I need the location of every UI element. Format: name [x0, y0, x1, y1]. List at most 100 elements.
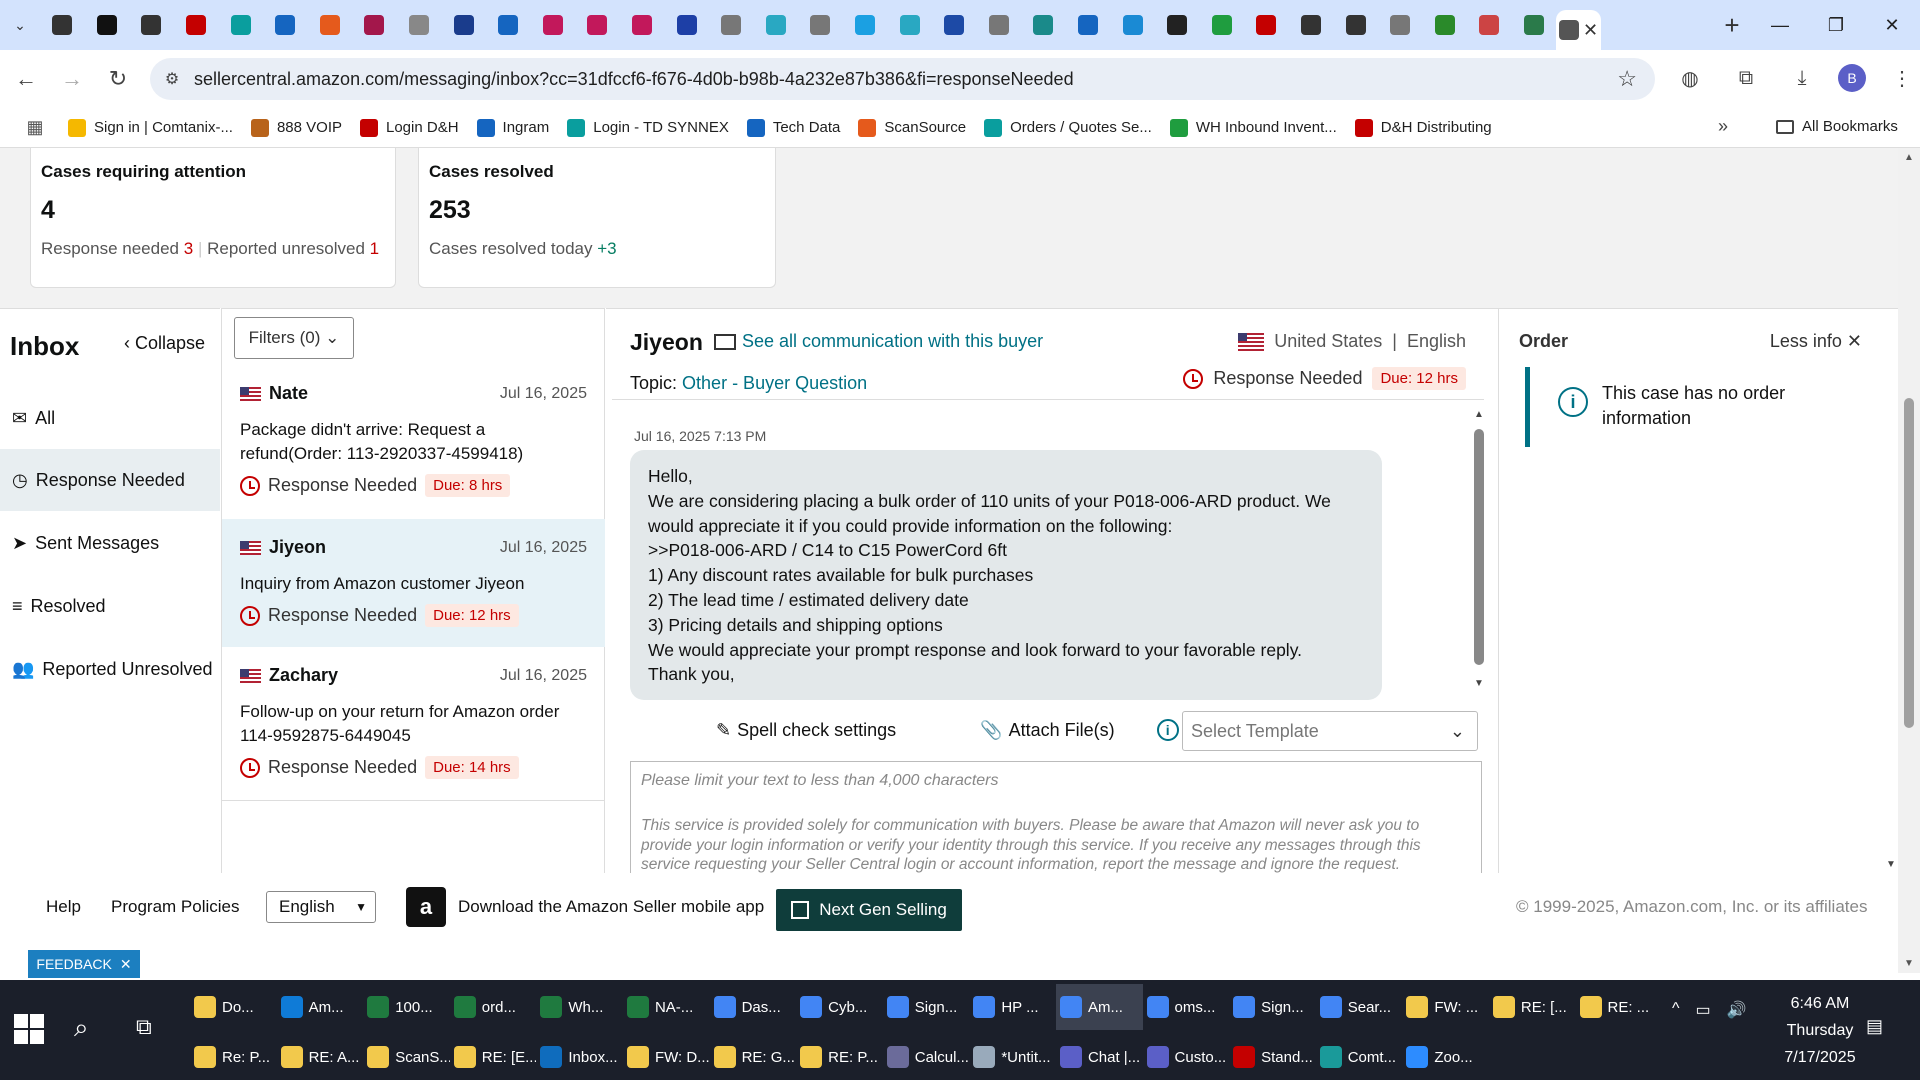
browser-tab[interactable]	[308, 8, 353, 42]
scroll-up-icon[interactable]: ▲	[1904, 152, 1914, 163]
taskbar-item[interactable]: Wh...	[536, 984, 623, 1030]
taskbar-item[interactable]: HP ...	[969, 984, 1056, 1030]
translate-icon[interactable]: ◍	[1670, 58, 1710, 98]
download-app-link[interactable]: a Download the Amazon Seller mobile app	[406, 887, 764, 927]
bookmark-item[interactable]: ScanSource	[858, 118, 966, 137]
less-info-button[interactable]: Less info ✕	[1770, 331, 1862, 352]
site-info-icon[interactable]: ⚙	[158, 65, 186, 93]
taskbar-item[interactable]: Am...	[1055, 984, 1143, 1030]
page-scrollbar[interactable]: ▲ ▼	[1898, 148, 1920, 973]
attach-files-button[interactable]: 📎 Attach File(s)	[980, 720, 1114, 741]
taskbar-item[interactable]: Inbox...	[536, 1034, 623, 1080]
taskbar-item[interactable]: Custo...	[1143, 1034, 1230, 1080]
windows-start-icon[interactable]	[14, 1014, 44, 1044]
taskbar-item[interactable]: RE: ...	[1576, 984, 1663, 1030]
info-icon[interactable]: i	[1156, 719, 1179, 741]
close-window-icon[interactable]: ✕	[1864, 0, 1920, 50]
taskbar-item[interactable]: 100...	[363, 984, 450, 1030]
taskbar-item[interactable]: Chat |...	[1056, 1034, 1143, 1080]
scroll-down-icon[interactable]: ▼	[1886, 859, 1896, 870]
conversation-item-selected[interactable]: Jiyeon Jul 16, 2025 Inquiry from Amazon c…	[222, 519, 605, 647]
taskbar-item[interactable]: Sign...	[1229, 984, 1316, 1030]
back-icon[interactable]: ←	[6, 59, 46, 99]
taskbar-item[interactable]: ScanS...	[363, 1034, 450, 1080]
browser-tab[interactable]	[1244, 8, 1289, 42]
address-bar[interactable]: ⚙ sellercentral.amazon.com/messaging/inb…	[150, 58, 1655, 100]
taskbar-item[interactable]: NA-...	[623, 984, 710, 1030]
url-text[interactable]: sellercentral.amazon.com/messaging/inbox…	[194, 69, 1074, 90]
reply-textarea[interactable]: Please limit your text to less than 4,00…	[630, 761, 1482, 874]
browser-tab[interactable]	[1512, 8, 1557, 42]
select-template-dropdown[interactable]: Select Template ⌄	[1182, 711, 1478, 751]
all-bookmarks[interactable]: All Bookmarks	[1776, 118, 1898, 135]
battery-icon[interactable]: ▭	[1696, 1000, 1711, 1020]
bookmark-item[interactable]: Sign in | Comtanix-...	[68, 118, 233, 137]
system-clock[interactable]: 6:46 AM Thursday 7/17/2025	[1770, 990, 1870, 1071]
profile-avatar[interactable]: B	[1838, 64, 1866, 92]
download-icon[interactable]: ⤓	[1782, 58, 1822, 98]
browser-tab[interactable]	[664, 8, 709, 42]
taskbar-item[interactable]: Calcul...	[883, 1034, 970, 1080]
reload-icon[interactable]: ↻	[98, 59, 138, 99]
browser-tab[interactable]	[1378, 8, 1423, 42]
browser-tab[interactable]	[976, 8, 1021, 42]
menu-icon[interactable]: ⋮	[1882, 58, 1920, 98]
conversation-item[interactable]: Zachary Jul 16, 2025 Follow-up on your re…	[222, 647, 605, 801]
see-all-communication-link[interactable]: See all communication with this buyer	[714, 331, 1043, 352]
bookmark-item[interactable]: Orders / Quotes Se...	[984, 118, 1152, 137]
scroll-down-icon[interactable]: ▼	[1904, 958, 1914, 969]
browser-tab[interactable]	[352, 8, 397, 42]
browser-tab[interactable]	[1155, 8, 1200, 42]
browser-tab[interactable]	[798, 8, 843, 42]
taskbar-item[interactable]: Sign...	[883, 984, 970, 1030]
browser-tab[interactable]	[932, 8, 977, 42]
close-icon[interactable]: ✕	[120, 956, 132, 973]
browser-tab[interactable]	[620, 8, 665, 42]
browser-tab[interactable]	[40, 8, 85, 42]
browser-tab[interactable]	[397, 8, 442, 42]
browser-tab[interactable]	[1289, 8, 1334, 42]
spell-check-settings-button[interactable]: ✎ Spell check settings	[716, 720, 896, 741]
taskbar-item[interactable]: RE: G...	[710, 1034, 797, 1080]
taskbar-item[interactable]: Stand...	[1229, 1034, 1316, 1080]
reported-unresolved-label[interactable]: Reported unresolved	[207, 239, 365, 258]
taskbar-item[interactable]: FW: ...	[1402, 984, 1489, 1030]
browser-tab[interactable]	[85, 8, 130, 42]
browser-tab[interactable]	[1422, 8, 1467, 42]
browser-tab[interactable]	[174, 8, 219, 42]
browser-tab[interactable]	[531, 8, 576, 42]
new-tab-button[interactable]: +	[1712, 5, 1752, 45]
language-select[interactable]: English ▼	[266, 891, 376, 923]
taskbar-item[interactable]: Cyb...	[796, 984, 883, 1030]
bookmark-item[interactable]: Login - TD SYNNEX	[567, 118, 729, 137]
scroll-down-icon[interactable]: ▼	[1474, 678, 1484, 689]
browser-tab[interactable]	[887, 8, 932, 42]
thread-scrollbar[interactable]: ▲ ▼	[1474, 409, 1484, 689]
taskbar-item[interactable]: RE: P...	[796, 1034, 883, 1080]
minimize-icon[interactable]: —	[1752, 0, 1808, 50]
browser-tab[interactable]	[1467, 8, 1512, 42]
feedback-button[interactable]: FEEDBACK ✕	[28, 950, 140, 978]
bookmark-item[interactable]: 888 VOIP	[250, 118, 342, 137]
nav-item-response-needed[interactable]: ◷ Response Needed	[0, 449, 220, 511]
browser-tab[interactable]	[709, 8, 754, 42]
apps-grid-icon[interactable]: ▦	[20, 113, 50, 143]
taskbar-item[interactable]: FW: D...	[623, 1034, 710, 1080]
taskbar-item[interactable]: Das...	[710, 984, 797, 1030]
nav-item-reported-unresolved[interactable]: 👥 Reported Unresolved	[0, 638, 220, 700]
taskbar-item[interactable]: Do...	[190, 984, 277, 1030]
forward-icon[interactable]: →	[52, 59, 92, 99]
browser-tab[interactable]	[1199, 8, 1244, 42]
browser-tab[interactable]	[1021, 8, 1066, 42]
filters-dropdown[interactable]: Filters (0) ⌄	[234, 317, 354, 359]
browser-tab[interactable]: ✕	[1556, 10, 1601, 50]
browser-tab[interactable]	[441, 8, 486, 42]
program-policies-link[interactable]: Program Policies	[111, 897, 240, 917]
taskbar-item[interactable]: Sear...	[1316, 984, 1403, 1030]
browser-tab[interactable]	[263, 8, 308, 42]
browser-tab[interactable]	[218, 8, 263, 42]
scrollbar-thumb[interactable]	[1474, 429, 1484, 665]
taskbar-item[interactable]: Re: P...	[190, 1034, 277, 1080]
close-tab-icon[interactable]: ✕	[1583, 20, 1598, 41]
order-panel-scrollbar[interactable]: ▼	[1884, 309, 1898, 874]
